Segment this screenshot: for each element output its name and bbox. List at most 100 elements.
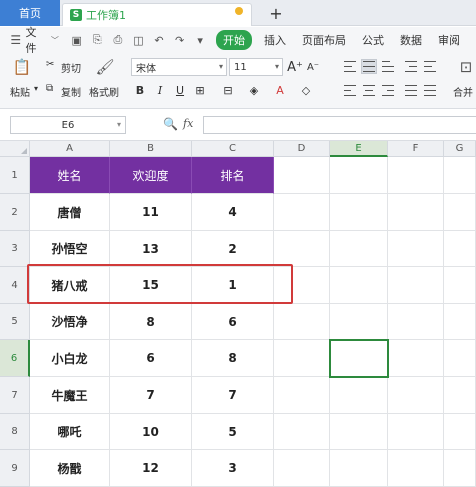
tab-data[interactable]: 数据 xyxy=(400,32,422,48)
row-header-5[interactable]: 5 xyxy=(0,304,30,340)
new-tab-button[interactable]: + xyxy=(266,2,286,24)
indent-icon[interactable] xyxy=(404,60,418,73)
increase-font-icon[interactable]: A⁺ xyxy=(287,59,303,75)
table-cell[interactable]: 2 xyxy=(192,231,274,267)
paste-button[interactable]: 粘贴 xyxy=(10,84,30,99)
empty-cell[interactable] xyxy=(330,377,388,414)
empty-cell[interactable] xyxy=(444,377,476,414)
table-header-popularity[interactable]: 欢迎度 xyxy=(110,157,192,194)
empty-cell[interactable] xyxy=(388,304,444,340)
empty-cell[interactable] xyxy=(274,194,330,231)
column-header-a[interactable]: A xyxy=(30,141,110,157)
format-painter-icon[interactable]: 🖌 xyxy=(95,58,115,76)
empty-cell[interactable] xyxy=(388,340,444,377)
cut-button[interactable]: 剪切 xyxy=(61,60,81,75)
align-right-icon[interactable] xyxy=(381,84,395,97)
scissors-icon[interactable]: ✂ xyxy=(46,59,54,70)
print-icon[interactable]: ⎙ xyxy=(110,32,126,48)
empty-cell[interactable] xyxy=(274,450,330,487)
active-cell-e6[interactable] xyxy=(329,339,389,378)
table-cell[interactable]: 3 xyxy=(192,450,274,487)
customize-icon[interactable]: ▾ xyxy=(192,32,208,48)
empty-cell[interactable] xyxy=(444,267,476,304)
menu-file[interactable]: 文件 xyxy=(25,24,46,56)
chevron-down-icon[interactable]: ﹀ xyxy=(51,35,59,46)
row-header-4[interactable]: 4 xyxy=(0,267,30,304)
redo-icon[interactable]: ↷ xyxy=(172,32,188,48)
row-header-6[interactable]: 6 xyxy=(0,340,30,377)
table-cell[interactable]: 小白龙 xyxy=(30,340,110,377)
empty-cell[interactable] xyxy=(388,194,444,231)
table-header-rank[interactable]: 排名 xyxy=(192,157,274,194)
empty-cell[interactable] xyxy=(388,450,444,487)
table-cell[interactable]: 牛魔王 xyxy=(30,377,110,414)
table-cell[interactable]: 哪吒 xyxy=(30,414,110,450)
italic-button[interactable]: I xyxy=(152,82,168,98)
empty-cell[interactable] xyxy=(444,231,476,267)
format-painter-button[interactable]: 格式刷 xyxy=(89,84,119,99)
table-cell[interactable]: 11 xyxy=(110,194,192,231)
empty-cell[interactable] xyxy=(330,304,388,340)
empty-cell[interactable] xyxy=(274,377,330,414)
empty-cell[interactable] xyxy=(388,377,444,414)
empty-cell[interactable] xyxy=(330,450,388,487)
row-header-7[interactable]: 7 xyxy=(0,377,30,414)
export-pdf-icon[interactable]: ⎘ xyxy=(89,32,105,48)
table-cell[interactable]: 6 xyxy=(192,304,274,340)
table-cell[interactable]: 8 xyxy=(110,304,192,340)
row-header-2[interactable]: 2 xyxy=(0,194,30,231)
paste-icon[interactable]: 📋 xyxy=(12,58,32,76)
empty-cell[interactable] xyxy=(330,231,388,267)
align-left-icon[interactable] xyxy=(343,84,357,97)
font-size-select[interactable]: 11 ▾ xyxy=(229,58,283,76)
bold-button[interactable]: B xyxy=(132,82,148,98)
empty-cell[interactable] xyxy=(274,414,330,450)
empty-cell[interactable] xyxy=(330,414,388,450)
empty-cell[interactable] xyxy=(274,157,330,194)
row-header-9[interactable]: 9 xyxy=(0,450,30,487)
column-header-g[interactable]: G xyxy=(444,141,476,157)
align-bottom-icon[interactable] xyxy=(381,60,395,73)
row-header-1[interactable]: 1 xyxy=(0,157,30,194)
formula-input[interactable] xyxy=(203,116,476,134)
underline-button[interactable]: U xyxy=(172,82,188,98)
empty-cell[interactable] xyxy=(444,157,476,194)
empty-cell[interactable] xyxy=(274,340,330,377)
border-icon[interactable]: ⊞ xyxy=(192,82,208,98)
empty-cell[interactable] xyxy=(444,194,476,231)
empty-cell[interactable] xyxy=(274,231,330,267)
tab-workbook[interactable]: S 工作簿1 xyxy=(62,3,252,26)
align-center-icon[interactable] xyxy=(362,84,376,97)
empty-cell[interactable] xyxy=(388,231,444,267)
font-color-icon[interactable]: A xyxy=(272,82,288,98)
font-name-select[interactable]: 宋体 ▾ xyxy=(131,58,227,76)
tab-start[interactable]: 开始 xyxy=(215,30,252,50)
zoom-icon[interactable]: 🔍 xyxy=(163,117,178,131)
column-header-e[interactable]: E xyxy=(330,141,388,157)
column-header-d[interactable]: D xyxy=(274,141,330,157)
fill-color-icon[interactable]: ◈ xyxy=(246,82,262,98)
decrease-font-icon[interactable]: A⁻ xyxy=(305,59,321,75)
table-cell[interactable]: 孙悟空 xyxy=(30,231,110,267)
select-all-corner[interactable] xyxy=(0,141,30,157)
function-icon[interactable]: fx xyxy=(183,117,193,130)
empty-cell[interactable] xyxy=(444,450,476,487)
fill-layout-icon[interactable]: ⊟ xyxy=(220,82,236,98)
clear-format-icon[interactable]: ◇ xyxy=(298,82,314,98)
tab-page-layout[interactable]: 页面布局 xyxy=(302,32,346,48)
empty-cell[interactable] xyxy=(444,340,476,377)
tab-formulas[interactable]: 公式 xyxy=(362,32,384,48)
table-cell[interactable]: 7 xyxy=(192,377,274,414)
column-header-c[interactable]: C xyxy=(192,141,274,157)
table-cell[interactable]: 12 xyxy=(110,450,192,487)
outdent-icon[interactable] xyxy=(423,60,437,73)
tab-review[interactable]: 审阅 xyxy=(438,32,460,48)
paste-dropdown-icon[interactable]: ▾ xyxy=(34,84,38,93)
table-cell[interactable]: 杨戬 xyxy=(30,450,110,487)
table-cell[interactable]: 13 xyxy=(110,231,192,267)
empty-cell[interactable] xyxy=(444,304,476,340)
tab-home[interactable]: 首页 xyxy=(0,0,60,26)
row-header-8[interactable]: 8 xyxy=(0,414,30,450)
table-cell[interactable]: 5 xyxy=(192,414,274,450)
menu-icon[interactable]: ☰ xyxy=(6,27,25,53)
